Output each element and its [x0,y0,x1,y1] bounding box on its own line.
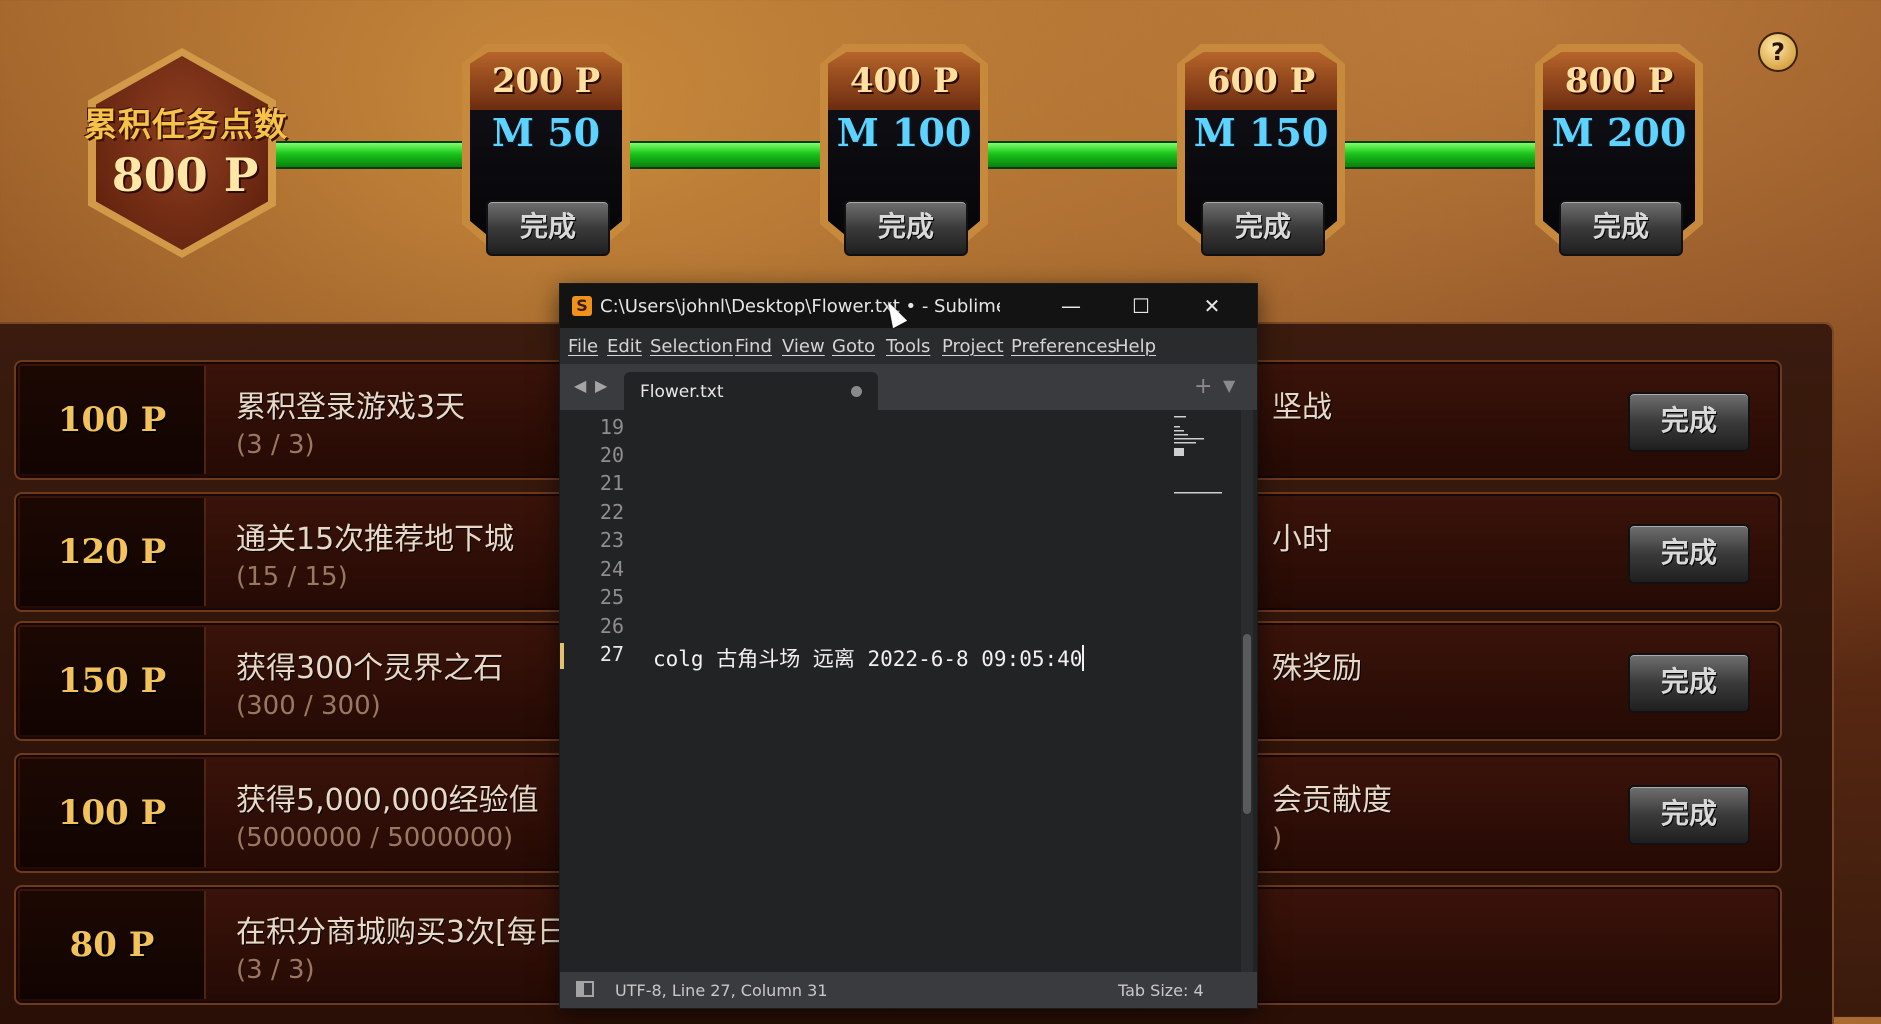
milestone-400: 400 P M 100 完成 [820,44,988,256]
milestone-200: 200 P M 50 完成 [462,44,630,256]
menu-bar: File Edit Selection Find View Goto Tools… [560,328,1257,364]
line-number: 22 [599,500,624,524]
tab-bar: ◀ ▶ Flower.txt + ▼ [560,364,1257,410]
total-points-value: 800 P [111,148,259,202]
menu-tools[interactable]: Tools [886,336,930,357]
tab-label: Flower.txt [640,382,724,402]
milestone-reward: M 150 [1193,110,1329,155]
task-title: 在积分商城购买3次[每日]积 [236,915,609,950]
task-progress: (5000000 / 5000000) [236,823,514,853]
task-complete-button[interactable]: 完成 [1628,392,1750,452]
line-number: 20 [599,443,624,467]
task-points: 100 P [20,759,206,867]
task-title: 获得5,000,000经验值 [236,783,539,818]
tab-nav-back-icon[interactable]: ◀ [574,376,586,395]
line-number: 26 [599,614,624,638]
window-title: C:\Users\johnl\Desktop\Flower.txt • - Su… [600,296,1000,317]
status-encoding-position[interactable]: UTF-8, Line 27, Column 31 [615,981,828,1000]
milestone-points: 200 P [470,52,622,110]
milestone-complete-button[interactable]: 完成 [486,200,610,256]
task-progress: (15 / 15) [236,562,348,592]
maximize-button[interactable]: ☐ [1106,284,1176,328]
task-complete-button[interactable]: 完成 [1628,524,1750,584]
code-line-27[interactable]: colg 古角斗场 远离 2022-6-8 09:05:40 [653,643,1085,673]
help-icon[interactable]: ? [1758,32,1798,72]
sublime-app-icon: S [572,296,592,316]
task-progress: (300 / 300) [236,691,381,721]
milestone-points: 600 P [1185,52,1337,110]
menu-edit[interactable]: Edit [607,336,642,357]
editor-area[interactable]: 19 20 21 22 23 24 25 26 27 colg 古角斗场 远离 … [560,410,1257,972]
scrollbar-thumb[interactable] [1243,634,1251,814]
task-title-right: 殊奖励 [1272,651,1362,686]
milestone-reward: M 200 [1551,110,1687,155]
task-title: 累积登录游戏3天 [236,390,466,425]
minimap[interactable] [1174,414,1226,504]
sublime-text-window: S C:\Users\johnl\Desktop\Flower.txt • - … [560,284,1257,1008]
status-tab-size[interactable]: Tab Size: 4 [1118,981,1204,1000]
task-title-right: 小时 [1272,522,1332,557]
menu-goto[interactable]: Goto [832,336,875,357]
status-bar: UTF-8, Line 27, Column 31 Tab Size: 4 [560,972,1257,1008]
tab-nav-forward-icon[interactable]: ▶ [595,376,607,395]
task-complete-button[interactable]: 完成 [1628,653,1750,713]
current-line-marker [560,643,564,669]
close-button[interactable]: ✕ [1177,284,1247,328]
milestone-reward: M 50 [491,110,601,155]
task-title-right: 坚战 [1272,390,1332,425]
line-gutter: 19 20 21 22 23 24 25 26 27 [560,410,644,972]
menu-preferences[interactable]: Preferences [1011,336,1117,357]
milestone-complete-button[interactable]: 完成 [844,200,968,256]
task-progress: (3 / 3) [236,430,315,460]
line-number: 24 [599,557,624,581]
line-number: 25 [599,585,624,609]
menu-find[interactable]: Find [735,336,772,357]
line-number: 19 [599,415,624,439]
unsaved-dot-icon[interactable] [851,386,862,397]
line-number-current: 27 [599,642,624,666]
text-cursor [1082,645,1085,671]
task-points: 120 P [20,498,206,606]
task-progress-right: ) [1272,823,1283,853]
task-points: 100 P [20,366,206,474]
line-number: 23 [599,528,624,552]
task-title-right: 会贡献度 [1272,783,1392,818]
milestone-points: 800 P [1543,52,1695,110]
line-number: 21 [599,471,624,495]
panel-toggle-icon[interactable] [576,981,594,997]
minimize-button[interactable]: — [1036,284,1106,328]
task-title: 获得300个灵界之石 [236,651,504,686]
milestone-complete-button[interactable]: 完成 [1201,200,1325,256]
menu-project[interactable]: Project [942,336,1004,357]
milestone-800: 800 P M 200 完成 [1535,44,1703,256]
task-progress: (3 / 3) [236,955,315,985]
tab-flower-txt[interactable]: Flower.txt [624,372,878,410]
menu-file[interactable]: File [568,336,598,357]
task-title: 通关15次推荐地下城 [236,522,515,557]
new-tab-icon[interactable]: + [1194,374,1212,399]
task-complete-button[interactable]: 完成 [1628,785,1750,845]
tab-menu-icon[interactable]: ▼ [1223,376,1235,395]
milestone-complete-button[interactable]: 完成 [1559,200,1683,256]
vertical-scrollbar[interactable] [1241,410,1253,972]
menu-selection[interactable]: Selection [650,336,733,357]
task-points: 150 P [20,627,206,735]
task-points: 80 P [20,891,206,999]
menu-view[interactable]: View [782,336,825,357]
milestone-reward: M 100 [836,110,972,155]
total-points-title: 累积任务点数 [84,105,288,144]
milestone-points: 400 P [828,52,980,110]
menu-help[interactable]: Help [1115,336,1156,357]
code-text: colg 古角斗场 远离 2022-6-8 09:05:40 [653,647,1083,671]
window-titlebar[interactable]: S C:\Users\johnl\Desktop\Flower.txt • - … [560,284,1257,328]
milestone-600: 600 P M 150 完成 [1177,44,1345,256]
